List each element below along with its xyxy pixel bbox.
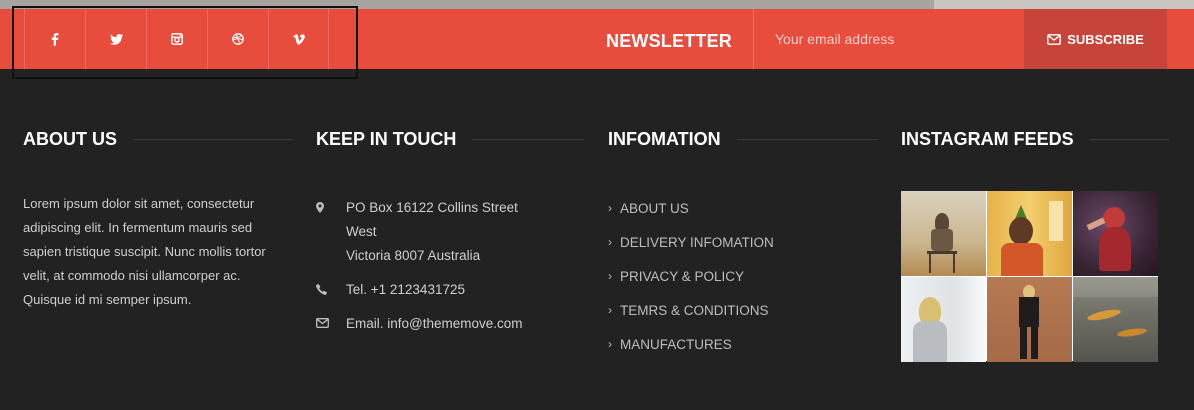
contact-address: PO Box 16122 Collins Street West Victori…	[316, 196, 546, 268]
info-link-delivery[interactable]: DELIVERY INFOMATION	[620, 235, 774, 250]
info-link-item[interactable]: › MANUFACTURES	[608, 332, 774, 356]
info-link-item[interactable]: › ABOUT US	[608, 196, 774, 220]
contact-email: Email. info@thememove.com	[316, 312, 546, 336]
instagram-heading: INSTAGRAM FEEDS	[901, 128, 1169, 150]
email-field-wrapper	[753, 9, 1024, 69]
info-link-terms[interactable]: TEMRS & CONDITIONS	[620, 303, 769, 318]
chevron-right-icon: ›	[608, 337, 612, 351]
info-link-item[interactable]: › DELIVERY INFOMATION	[608, 230, 774, 254]
about-heading: ABOUT US	[23, 128, 292, 150]
phone-icon	[316, 284, 327, 295]
subscribe-button[interactable]: SUBSCRIBE	[1024, 9, 1167, 69]
subscribe-label: SUBSCRIBE	[1067, 31, 1144, 47]
instagram-photo[interactable]	[987, 277, 1072, 362]
chevron-right-icon: ›	[608, 235, 612, 249]
focus-highlight	[12, 6, 358, 79]
contact-title: KEEP IN TOUCH	[316, 128, 457, 149]
info-heading: INFOMATION	[608, 128, 877, 150]
contact-column: KEEP IN TOUCH	[316, 128, 584, 150]
email-text[interactable]: Email. info@thememove.com	[346, 312, 546, 336]
instagram-photo[interactable]	[901, 277, 986, 362]
address-line-1: PO Box 16122 Collins Street	[346, 200, 518, 215]
info-link-item[interactable]: › TEMRS & CONDITIONS	[608, 298, 774, 322]
phone-text: Tel. +1 2123431725	[346, 282, 465, 297]
instagram-photo[interactable]	[1073, 191, 1158, 276]
about-column: ABOUT US	[23, 128, 292, 150]
info-link-manufactures[interactable]: MANUFACTURES	[620, 337, 732, 352]
address-line-2: West	[346, 224, 377, 239]
instagram-title: INSTAGRAM FEEDS	[901, 128, 1074, 149]
info-link-about[interactable]: ABOUT US	[620, 201, 689, 216]
instagram-feed-grid	[901, 191, 1158, 362]
chevron-right-icon: ›	[608, 303, 612, 317]
info-column: INFOMATION	[608, 128, 877, 150]
envelope-icon	[1047, 33, 1062, 45]
map-marker-icon	[316, 202, 324, 213]
contact-list: PO Box 16122 Collins Street West Victori…	[316, 196, 546, 346]
instagram-photo[interactable]	[901, 191, 986, 276]
chevron-right-icon: ›	[608, 269, 612, 283]
contact-phone: Tel. +1 2123431725	[316, 278, 546, 302]
about-text: Lorem ipsum dolor sit amet, consectetur …	[23, 196, 266, 307]
info-link-item[interactable]: › PRIVACY & POLICY	[608, 264, 774, 288]
info-links: › ABOUT US › DELIVERY INFOMATION › PRIVACY …	[608, 196, 774, 366]
info-title: INFOMATION	[608, 128, 721, 149]
newsletter-title: NEWSLETTER	[606, 31, 732, 51]
chevron-right-icon: ›	[608, 201, 612, 215]
instagram-photo[interactable]	[1073, 277, 1158, 362]
contact-heading: KEEP IN TOUCH	[316, 128, 584, 150]
instagram-photo[interactable]	[987, 191, 1072, 276]
instagram-column: INSTAGRAM FEEDS	[901, 128, 1169, 150]
email-input[interactable]	[754, 9, 1024, 69]
envelope-icon	[316, 318, 329, 328]
info-link-privacy[interactable]: PRIVACY & POLICY	[620, 269, 744, 284]
about-title: ABOUT US	[23, 128, 117, 149]
address-line-3: Victoria 8007 Australia	[346, 248, 481, 263]
